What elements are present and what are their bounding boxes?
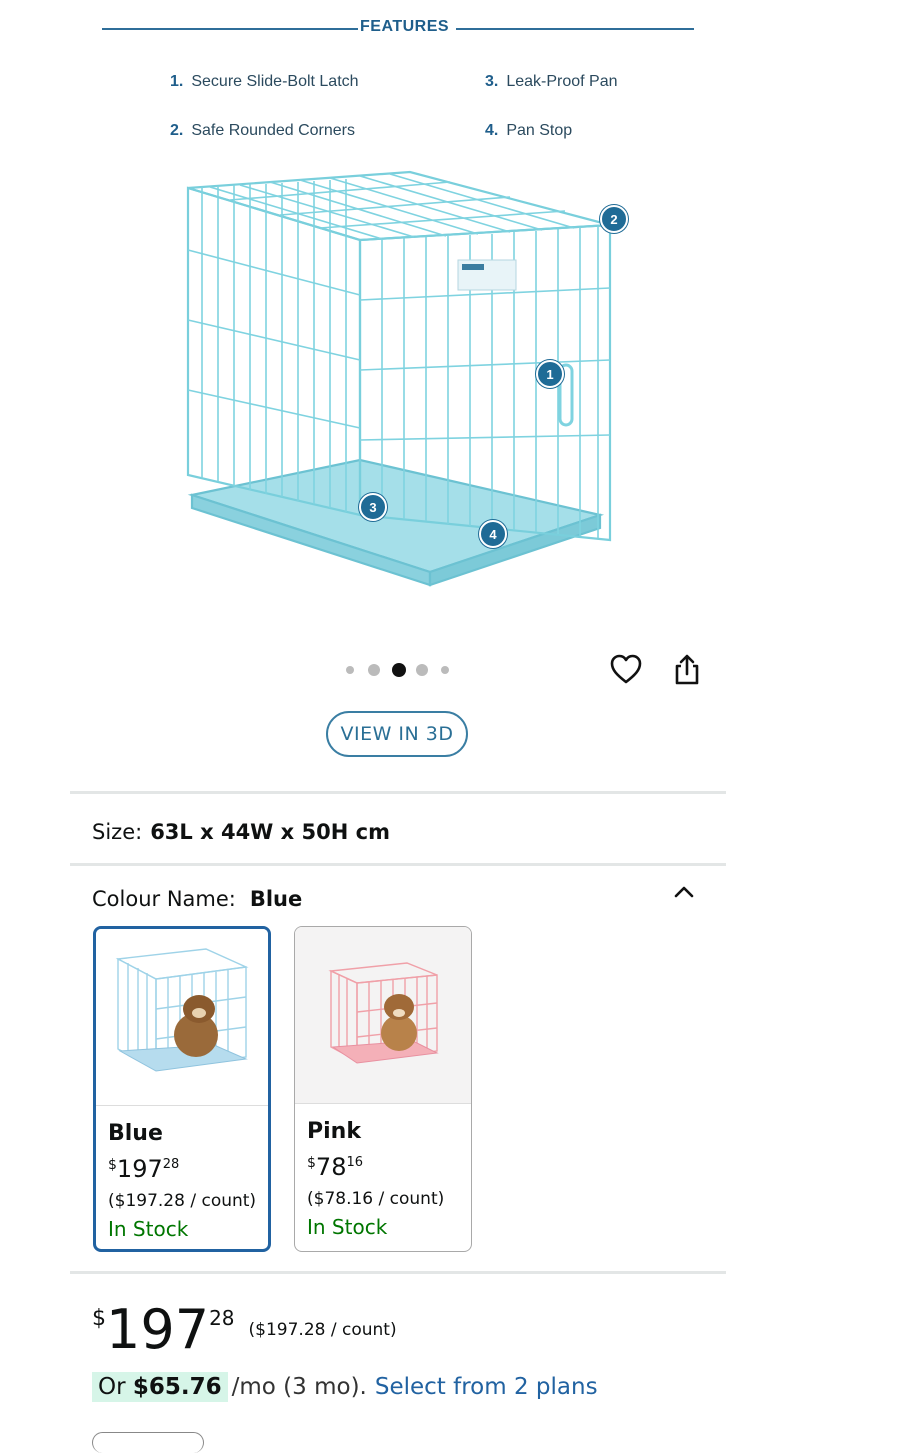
installment-row: Or $65.76 /mo (3 mo). Select from 2 plan…	[92, 1372, 598, 1402]
swatch-stock-status: In Stock	[307, 1215, 388, 1239]
view-in-3d-button[interactable]: VIEW IN 3D	[326, 711, 468, 757]
carousel-dot-active[interactable]	[392, 663, 406, 677]
features-header: FEATURES	[102, 16, 694, 40]
size-value: 63L x 44W x 50H cm	[150, 820, 390, 844]
heart-icon	[610, 654, 642, 684]
swatch-pink-image	[295, 927, 471, 1103]
price-fraction: 28	[209, 1306, 235, 1330]
installment-amount: $65.76	[132, 1374, 222, 1400]
wishlist-button[interactable]	[606, 649, 646, 689]
feature-item-3: 3. Leak-Proof Pan	[485, 73, 618, 90]
swatch-divider	[295, 1103, 471, 1104]
share-icon	[675, 654, 699, 685]
main-price: $ 197 28 ($197.28 / count)	[92, 1300, 397, 1360]
colour-value: Blue	[249, 887, 303, 911]
swatch-name: Blue	[108, 1121, 163, 1146]
callout-4-icon: 4	[479, 520, 507, 548]
size-label: Size:	[92, 820, 143, 844]
swatch-name: Pink	[307, 1119, 361, 1144]
swatch-pink[interactable]: Pink $78 16 ($78.16 / count) In Stock	[294, 926, 472, 1252]
price-per-unit: ($197.28 / count)	[248, 1320, 397, 1340]
divider	[70, 791, 726, 794]
installment-terms: /mo (3 mo).	[231, 1374, 367, 1400]
price-symbol: $	[92, 1306, 106, 1331]
select-plans-link[interactable]: Select from 2 plans	[375, 1374, 598, 1400]
chevron-up-icon	[674, 886, 694, 898]
swatch-price: $197 28	[108, 1155, 180, 1183]
callout-2-icon: 2	[600, 205, 628, 233]
installment-highlight: Or $65.76	[92, 1372, 228, 1402]
swatch-price: $78 16	[307, 1153, 364, 1181]
crate-illustration	[186, 170, 612, 587]
feature-item-2: 2. Safe Rounded Corners	[170, 122, 355, 139]
carousel-dots[interactable]	[340, 660, 460, 680]
swatch-unit-price: ($197.28 / count)	[108, 1191, 257, 1211]
swatch-unit-price: ($78.16 / count)	[307, 1189, 445, 1209]
product-image[interactable]: 1 2 3 4	[170, 160, 640, 600]
callout-1-icon: 1	[536, 360, 564, 388]
carousel-dot[interactable]	[368, 664, 380, 676]
carousel-dot[interactable]	[441, 666, 449, 674]
colour-row: Colour Name: Blue	[92, 887, 302, 911]
partial-button[interactable]	[92, 1432, 204, 1453]
price-whole: 197	[106, 1298, 210, 1361]
swatch-stock-status: In Stock	[108, 1217, 189, 1241]
collapse-colour-button[interactable]	[672, 880, 696, 904]
swatch-blue-image	[96, 929, 268, 1105]
callout-3-icon: 3	[359, 493, 387, 521]
colour-label: Colour Name:	[92, 887, 236, 911]
carousel-dot[interactable]	[346, 666, 354, 674]
divider-line	[456, 28, 694, 30]
swatch-blue[interactable]: Blue $197 28 ($197.28 / count) In Stock	[93, 926, 271, 1252]
size-row: Size: 63L x 44W x 50H cm	[92, 820, 390, 844]
divider	[70, 863, 726, 866]
swatch-divider	[96, 1105, 268, 1106]
share-button[interactable]	[667, 649, 707, 689]
divider-line	[102, 28, 358, 30]
feature-item-1: 1. Secure Slide-Bolt Latch	[170, 73, 359, 90]
features-heading: FEATURES	[360, 18, 450, 35]
feature-item-4: 4. Pan Stop	[485, 122, 573, 139]
carousel-dot[interactable]	[416, 664, 428, 676]
divider	[70, 1271, 726, 1274]
